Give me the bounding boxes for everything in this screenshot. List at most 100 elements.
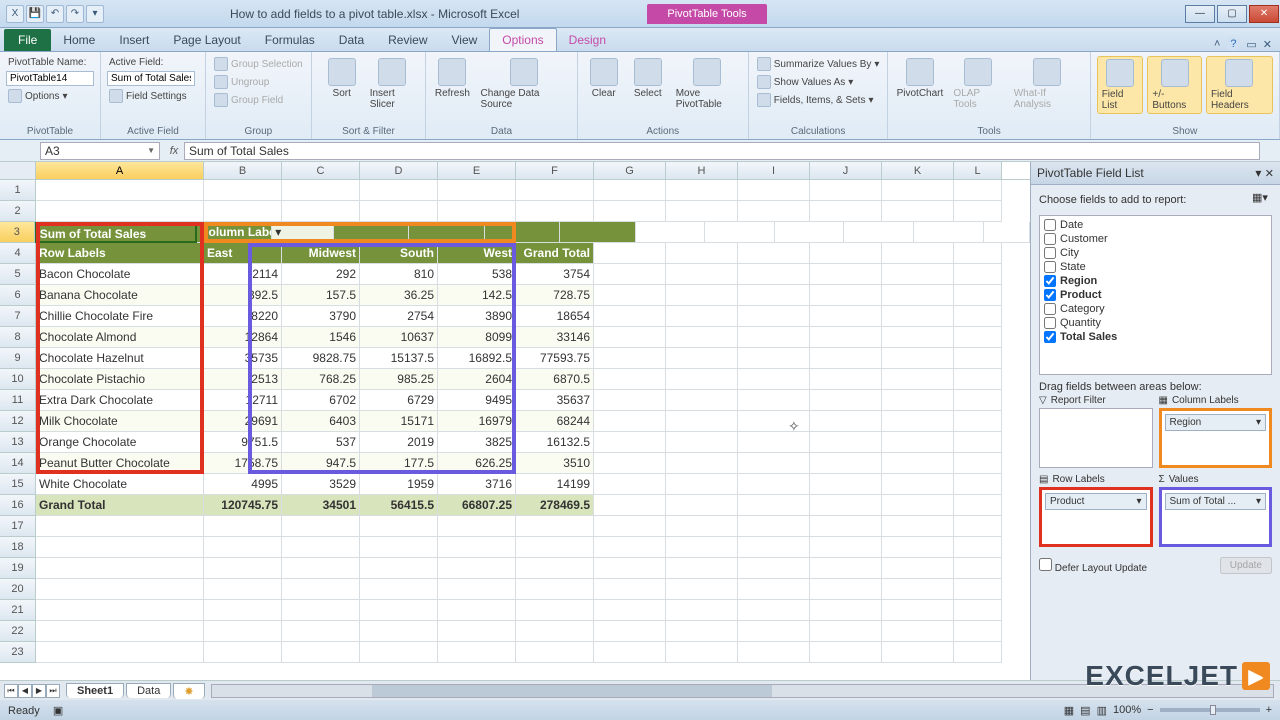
cell[interactable] — [914, 222, 984, 243]
cell[interactable] — [882, 516, 954, 537]
cell[interactable] — [738, 180, 810, 201]
redo-icon[interactable]: ↷ — [66, 5, 84, 23]
cell[interactable]: 3790 — [282, 306, 360, 327]
row-header[interactable]: 2 — [0, 201, 36, 222]
cell[interactable]: Banana Chocolate — [36, 285, 204, 306]
cell[interactable] — [282, 621, 360, 642]
cell[interactable] — [882, 495, 954, 516]
col-header-c[interactable]: C — [282, 162, 360, 179]
cell[interactable]: 16979 — [438, 411, 516, 432]
cell[interactable] — [594, 642, 666, 663]
row-header[interactable]: 22 — [0, 621, 36, 642]
cell[interactable]: 2513 — [204, 369, 282, 390]
cell[interactable]: 3754 — [516, 264, 594, 285]
whatif-button[interactable]: What-If Analysis — [1010, 56, 1084, 112]
cell[interactable]: 68244 — [516, 411, 594, 432]
cell[interactable] — [738, 201, 810, 222]
cell[interactable] — [810, 390, 882, 411]
cell[interactable] — [438, 642, 516, 663]
cell[interactable] — [810, 621, 882, 642]
minimize-button[interactable]: — — [1185, 5, 1215, 23]
field-item-city[interactable]: City — [1044, 246, 1267, 260]
cell[interactable] — [954, 285, 1002, 306]
cell[interactable] — [954, 621, 1002, 642]
cell[interactable] — [204, 180, 282, 201]
field-item-region[interactable]: Region — [1044, 274, 1267, 288]
cell[interactable]: 33146 — [516, 327, 594, 348]
row-header[interactable]: 12 — [0, 411, 36, 432]
cell[interactable] — [882, 390, 954, 411]
name-box[interactable]: A3▼ — [40, 142, 160, 160]
summarize-values-button[interactable]: Summarize Values By ▾ — [755, 56, 882, 72]
cell[interactable] — [954, 369, 1002, 390]
cell[interactable]: Column Labels — [197, 222, 272, 243]
cell[interactable] — [438, 537, 516, 558]
new-sheet-button[interactable]: ✸ — [173, 683, 204, 699]
cell[interactable] — [954, 579, 1002, 600]
field-checkbox[interactable] — [1044, 331, 1056, 343]
cell[interactable] — [666, 390, 738, 411]
field-checkbox[interactable] — [1044, 247, 1056, 259]
cell[interactable]: 14199 — [516, 474, 594, 495]
cell[interactable]: East — [204, 243, 282, 264]
cell[interactable] — [882, 558, 954, 579]
cell[interactable] — [594, 432, 666, 453]
cell[interactable] — [954, 180, 1002, 201]
field-item-customer[interactable]: Customer — [1044, 232, 1267, 246]
cell[interactable]: 9495 — [438, 390, 516, 411]
cell[interactable] — [438, 600, 516, 621]
tab-data[interactable]: Data — [327, 29, 376, 51]
cell[interactable] — [282, 558, 360, 579]
tab-options[interactable]: Options — [489, 28, 556, 51]
cell[interactable] — [882, 600, 954, 621]
cell[interactable]: 6403 — [282, 411, 360, 432]
cell[interactable]: 12864 — [204, 327, 282, 348]
cell[interactable] — [282, 516, 360, 537]
cell[interactable] — [594, 306, 666, 327]
cell[interactable]: 3890 — [438, 306, 516, 327]
cell[interactable]: 66807.25 — [438, 495, 516, 516]
cell[interactable] — [738, 579, 810, 600]
cell[interactable]: 538 — [438, 264, 516, 285]
cell[interactable] — [954, 306, 1002, 327]
cell[interactable] — [360, 579, 438, 600]
cell[interactable] — [594, 495, 666, 516]
row-header[interactable]: 14 — [0, 453, 36, 474]
row-header[interactable]: 9 — [0, 348, 36, 369]
field-list[interactable]: DateCustomerCityStateRegionProductCatego… — [1039, 215, 1272, 375]
cell[interactable]: Grand Total — [516, 243, 594, 264]
cell[interactable] — [984, 222, 1030, 243]
row-header[interactable]: 13 — [0, 432, 36, 453]
cell[interactable] — [636, 222, 706, 243]
sheet-nav-prev-icon[interactable]: ◀ — [18, 684, 32, 698]
cell[interactable] — [360, 180, 438, 201]
cell[interactable] — [594, 285, 666, 306]
sheet-tab-data[interactable]: Data — [126, 683, 171, 698]
cell[interactable] — [438, 516, 516, 537]
cell[interactable] — [594, 180, 666, 201]
cell[interactable]: Chocolate Pistachio — [36, 369, 204, 390]
cell[interactable] — [738, 264, 810, 285]
field-list-layout-icon[interactable]: ▦▾ — [1252, 191, 1272, 209]
tab-review[interactable]: Review — [376, 29, 439, 51]
cell[interactable]: 16132.5 — [516, 432, 594, 453]
cell[interactable]: White Chocolate — [36, 474, 204, 495]
cell[interactable] — [36, 516, 204, 537]
cell[interactable] — [36, 558, 204, 579]
undo-icon[interactable]: ↶ — [46, 5, 64, 23]
cell[interactable] — [282, 201, 360, 222]
cell[interactable]: 3510 — [516, 453, 594, 474]
cell[interactable]: 626.25 — [438, 453, 516, 474]
select-all-corner[interactable] — [0, 162, 36, 179]
cell[interactable] — [409, 222, 484, 243]
cell[interactable] — [666, 621, 738, 642]
field-item-category[interactable]: Category — [1044, 302, 1267, 316]
cell[interactable] — [438, 621, 516, 642]
cell[interactable]: 810 — [360, 264, 438, 285]
cell[interactable] — [810, 243, 882, 264]
cell[interactable]: Milk Chocolate — [36, 411, 204, 432]
col-header-i[interactable]: I — [738, 162, 810, 179]
fx-button[interactable]: fx — [164, 145, 184, 157]
row-header[interactable]: 11 — [0, 390, 36, 411]
pill-sum-total[interactable]: Sum of Total ...▾ — [1165, 493, 1267, 510]
